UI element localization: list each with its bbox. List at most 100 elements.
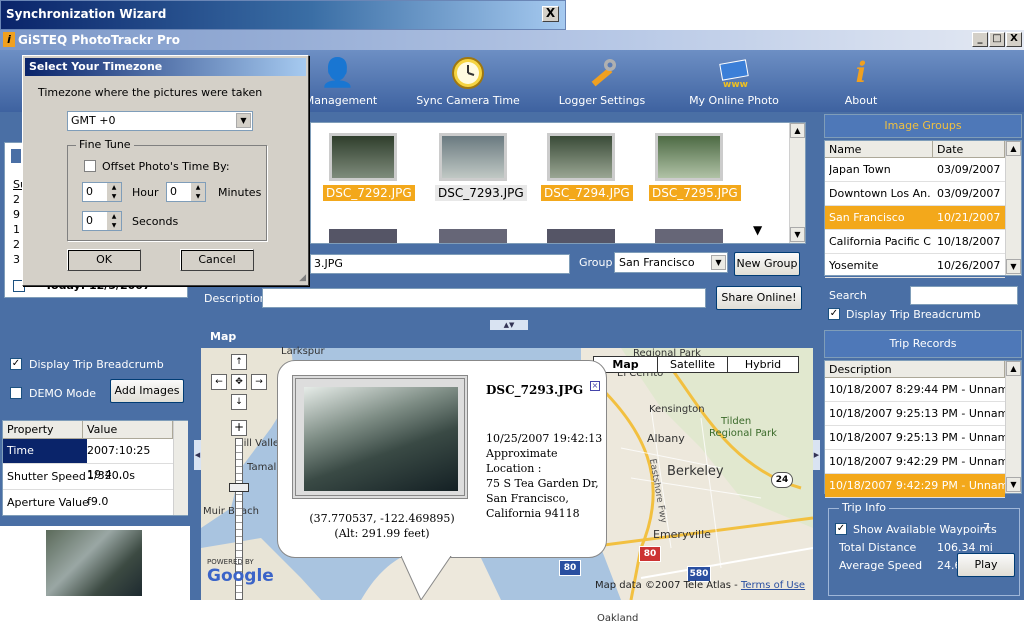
hour-value: 0 bbox=[86, 185, 93, 198]
thumbnail-scrollbar[interactable]: ▲ ▼ bbox=[789, 123, 805, 243]
groups-scrollbar[interactable]: ▲ ▼ bbox=[1005, 141, 1021, 275]
toolbar-about[interactable]: i About bbox=[826, 56, 896, 107]
popup-coords: (37.770537, -122.469895) bbox=[309, 512, 455, 525]
play-button[interactable]: Play bbox=[957, 553, 1015, 577]
chevron-down-icon[interactable]: ▼ bbox=[711, 255, 726, 270]
hour-stepper[interactable]: 0 ▲ ▼ bbox=[82, 182, 122, 202]
table-row[interactable]: Yosemite 10/26/2007 bbox=[825, 254, 1005, 278]
stepper-arrows-icon[interactable]: ▲ ▼ bbox=[107, 183, 121, 201]
offset-checkbox[interactable] bbox=[84, 160, 96, 172]
pan-right-icon[interactable]: → bbox=[251, 374, 267, 390]
scroll-up-arrow-icon[interactable]: ▲ bbox=[790, 123, 805, 138]
zoom-slider-handle[interactable] bbox=[229, 483, 249, 492]
timezone-select[interactable]: GMT +0 ▼ bbox=[67, 111, 253, 131]
prop-header-value[interactable]: Value bbox=[83, 421, 173, 439]
pan-up-icon[interactable]: ↑ bbox=[231, 354, 247, 370]
maximize-button[interactable]: □ bbox=[989, 32, 1005, 47]
table-row[interactable]: California Pacific C... 10/18/2007 bbox=[825, 230, 1005, 254]
scroll-up-arrow-icon[interactable]: ▲ bbox=[1006, 361, 1021, 376]
cancel-button[interactable]: Cancel bbox=[180, 249, 254, 271]
sync-wizard-titlebar[interactable]: Synchronization Wizard X bbox=[0, 0, 566, 30]
toolbar-my-online-photo[interactable]: www My Online Photo bbox=[684, 56, 784, 107]
timezone-dialog-title[interactable]: Select Your Timezone bbox=[25, 58, 306, 76]
thumbnail-image[interactable] bbox=[547, 229, 615, 243]
trip-row[interactable]: 10/18/2007 8:29:44 PM - Unnamed bbox=[825, 378, 1005, 402]
thumbnail-label[interactable]: DSC_7292.JPG bbox=[323, 185, 415, 201]
group-select[interactable]: San Francisco ▼ bbox=[614, 252, 728, 273]
trip-row[interactable]: 10/18/2007 9:42:29 PM - Unnamed bbox=[825, 474, 1005, 498]
table-row[interactable]: Japan Town 03/09/2007 bbox=[825, 158, 1005, 182]
place-label: Muir Beach bbox=[203, 506, 260, 517]
minimize-button[interactable]: _ bbox=[972, 32, 988, 47]
thumbnail-image[interactable] bbox=[439, 133, 507, 181]
pan-left-icon[interactable]: ← bbox=[211, 374, 227, 390]
map-type-satellite[interactable]: Satellite bbox=[658, 357, 728, 372]
share-online-button[interactable]: Share Online! bbox=[716, 286, 802, 310]
toolbar-sync-camera-time[interactable]: Sync Camera Time bbox=[412, 56, 524, 107]
thumbnail-label[interactable]: DSC_7293.JPG bbox=[435, 185, 527, 201]
map-type-hybrid[interactable]: Hybrid bbox=[728, 357, 798, 372]
trip-row[interactable]: 10/18/2007 9:25:13 PM - Unnamed bbox=[825, 402, 1005, 426]
info-icon: i bbox=[855, 56, 867, 89]
collapse-left-icon[interactable]: ◀ bbox=[194, 440, 201, 470]
resize-grip-icon[interactable]: ◢ bbox=[299, 273, 306, 283]
scroll-up-arrow-icon[interactable]: ▲ bbox=[1006, 141, 1021, 156]
thumbnail-image[interactable] bbox=[655, 133, 723, 181]
group-date: 10/21/2007 bbox=[937, 211, 1001, 224]
group-select-value: San Francisco bbox=[619, 256, 695, 269]
thumbnail-label[interactable]: DSC_7295.JPG bbox=[649, 185, 741, 201]
thumbnail-image[interactable] bbox=[547, 133, 615, 181]
show-waypoints-checkbox[interactable]: ✓ bbox=[835, 523, 847, 535]
demo-mode-checkbox[interactable] bbox=[10, 387, 22, 399]
seconds-stepper[interactable]: 0 ▲ ▼ bbox=[82, 211, 122, 231]
map-view[interactable]: Larkspur Regional Park El Cerrito Kensin… bbox=[201, 346, 813, 624]
right-display-breadcrumb-checkbox[interactable]: ✓ bbox=[828, 308, 840, 320]
pan-center-icon[interactable]: ✥ bbox=[231, 374, 247, 390]
scroll-down-arrow-icon[interactable]: ▼ bbox=[790, 227, 805, 242]
stepper-arrows-icon[interactable]: ▲ ▼ bbox=[107, 212, 121, 230]
prop-scrollbar[interactable] bbox=[173, 421, 188, 515]
trip-row[interactable]: 10/18/2007 9:25:13 PM - Unnamed bbox=[825, 426, 1005, 450]
toolbar-logger-settings[interactable]: Logger Settings bbox=[550, 56, 654, 107]
add-images-button[interactable]: Add Images bbox=[110, 379, 184, 403]
group-name: Downtown Los An... bbox=[829, 187, 931, 200]
trips-header-description[interactable]: Description bbox=[825, 361, 1005, 378]
chevron-down-icon[interactable]: ▼ bbox=[236, 113, 251, 128]
right-display-breadcrumb-label: Display Trip Breadcrumb bbox=[846, 308, 981, 321]
display-trip-breadcrumb-checkbox[interactable]: ✓ bbox=[10, 358, 22, 370]
thumbnail-image[interactable] bbox=[329, 133, 397, 181]
thumbnail-label[interactable]: DSC_7294.JPG bbox=[541, 185, 633, 201]
table-row[interactable]: San Francisco 10/21/2007 bbox=[825, 206, 1005, 230]
collapse-right-icon[interactable]: ▶ bbox=[813, 440, 820, 470]
trip-row[interactable]: 10/18/2007 9:42:29 PM - Unnamed bbox=[825, 450, 1005, 474]
prop-header-property[interactable]: Property bbox=[3, 421, 83, 439]
ok-button[interactable]: OK bbox=[67, 249, 141, 271]
splitter-toggle-icon[interactable]: ▲▼ bbox=[490, 320, 528, 330]
scroll-down-icon[interactable]: ▼ bbox=[753, 223, 762, 237]
table-row[interactable]: Downtown Los An... 03/09/2007 bbox=[825, 182, 1005, 206]
pan-down-icon[interactable]: ↓ bbox=[231, 394, 247, 410]
search-label: Search bbox=[829, 289, 867, 302]
popup-close-icon[interactable]: × bbox=[590, 381, 600, 391]
scroll-down-arrow-icon[interactable]: ▼ bbox=[1006, 477, 1021, 492]
zoom-in-icon[interactable]: + bbox=[231, 420, 247, 436]
groups-header-date[interactable]: Date bbox=[933, 141, 1005, 158]
new-group-button[interactable]: New Group bbox=[734, 252, 800, 276]
place-label: Tamal bbox=[247, 462, 277, 473]
trips-scrollbar[interactable]: ▲ ▼ bbox=[1005, 361, 1021, 493]
terms-of-use-link[interactable]: Terms of Use bbox=[741, 580, 805, 591]
groups-header-name[interactable]: Name bbox=[825, 141, 933, 158]
main-titlebar[interactable]: i GiSTEQ PhotoTrackr Pro _ □ X bbox=[0, 30, 1024, 50]
filename-field[interactable]: 3.JPG bbox=[310, 254, 570, 274]
scroll-down-arrow-icon[interactable]: ▼ bbox=[1006, 259, 1021, 274]
description-input[interactable] bbox=[262, 288, 706, 308]
thumbnail-image[interactable] bbox=[329, 229, 397, 243]
close-button[interactable]: X bbox=[1006, 32, 1022, 47]
thumbnail-image[interactable] bbox=[439, 229, 507, 243]
search-input[interactable] bbox=[910, 286, 1018, 305]
sync-wizard-close-button[interactable]: X bbox=[542, 6, 559, 22]
stepper-arrows-icon[interactable]: ▲ ▼ bbox=[191, 183, 205, 201]
fine-tune-label: Fine Tune bbox=[76, 138, 134, 151]
minutes-stepper[interactable]: 0 ▲ ▼ bbox=[166, 182, 206, 202]
thumbnail-image[interactable] bbox=[655, 229, 723, 243]
